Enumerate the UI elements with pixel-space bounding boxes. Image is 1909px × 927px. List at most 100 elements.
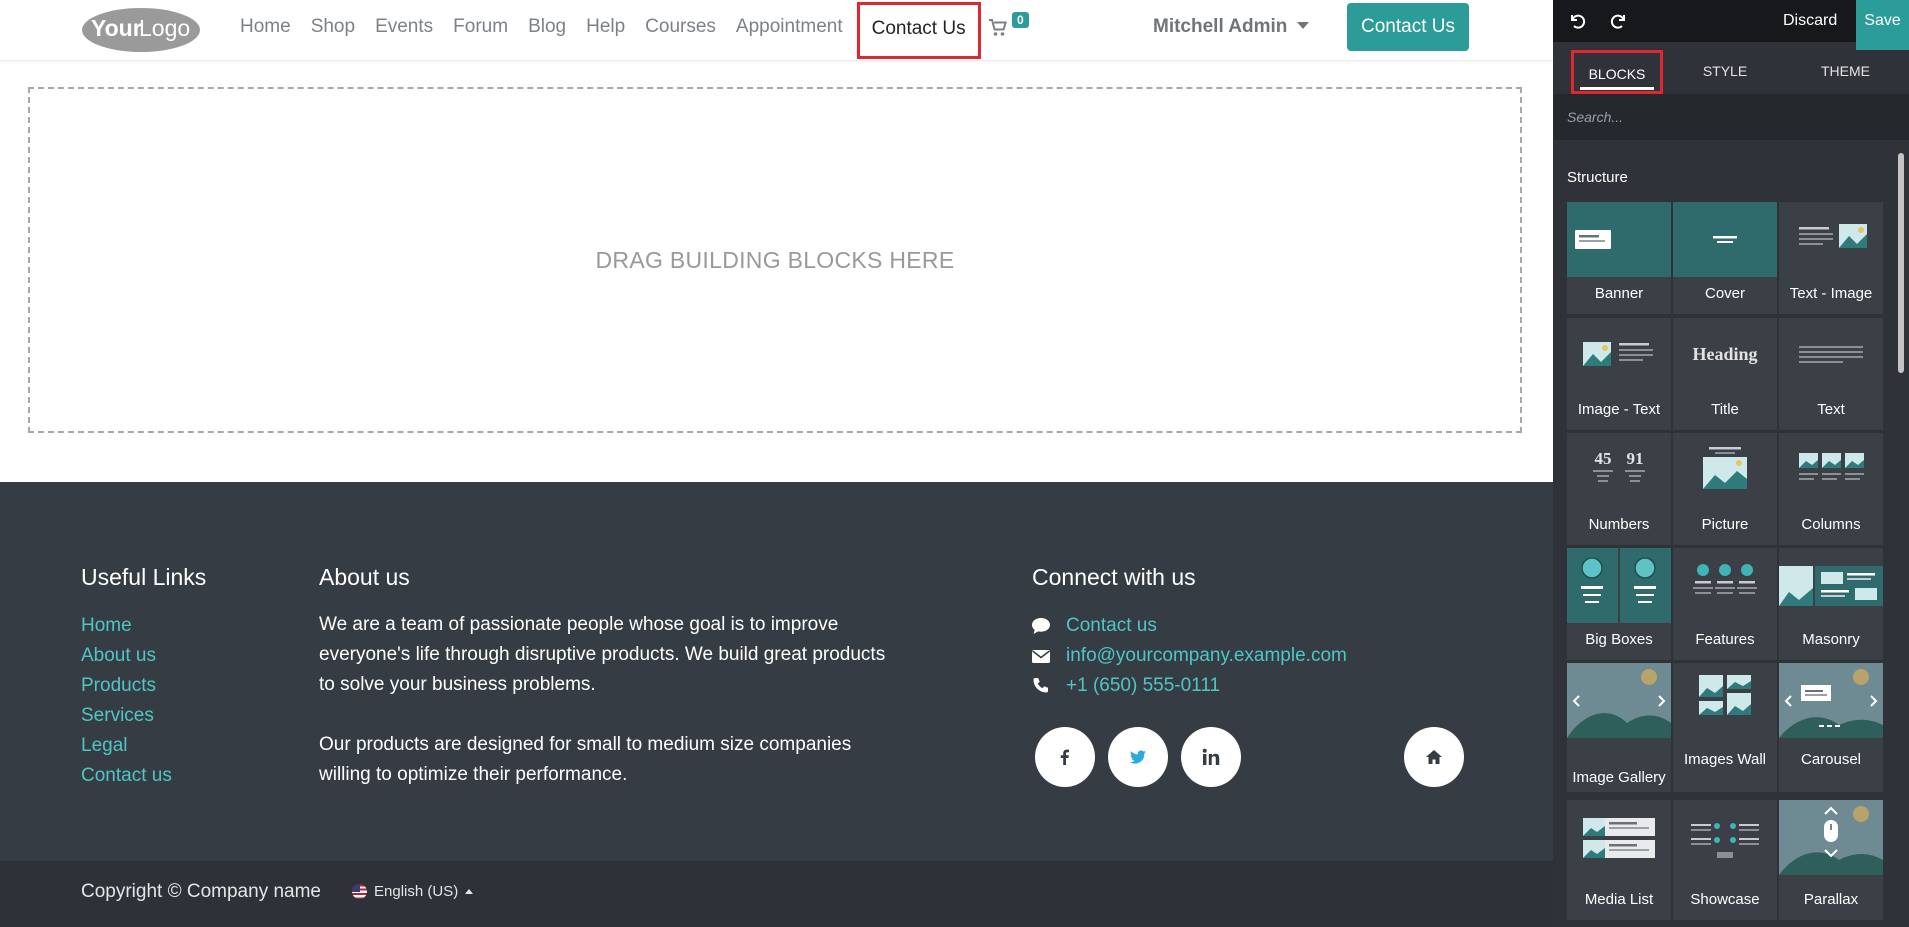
title-thumb-text: Heading	[1692, 344, 1757, 364]
nav-help[interactable]: Help	[576, 0, 635, 61]
block-showcase[interactable]: Showcase	[1673, 800, 1777, 920]
drop-zone-text: DRAG BUILDING BLOCKS HERE	[595, 246, 955, 273]
nav-appointment[interactable]: Appointment	[726, 0, 853, 61]
contact-row-phone[interactable]: +1 (650) 555-0111	[1030, 671, 1220, 701]
block-label: Image Gallery	[1572, 769, 1666, 786]
nav-contact-us[interactable]: Contact Us	[856, 2, 981, 59]
nav-courses[interactable]: Courses	[635, 0, 726, 61]
cover-thumb-icon	[1673, 202, 1777, 277]
nav-forum[interactable]: Forum	[443, 0, 518, 61]
connect-title: Connect with us	[1032, 564, 1196, 590]
block-big-boxes[interactable]: Big Boxes	[1567, 548, 1671, 660]
blocks-search-input[interactable]: Search...	[1553, 94, 1909, 140]
block-title[interactable]: Heading Title	[1673, 318, 1777, 430]
block-cover[interactable]: Cover	[1673, 202, 1777, 314]
svg-text:45: 45	[1595, 449, 1612, 468]
home-icon	[1426, 750, 1442, 764]
block-label: Features	[1695, 631, 1755, 648]
nav-shop[interactable]: Shop	[301, 0, 365, 61]
contact-us-button[interactable]: Contact Us	[1347, 3, 1469, 51]
cart-link[interactable]: 0	[988, 12, 1033, 42]
drop-zone[interactable]: DRAG BUILDING BLOCKS HERE	[28, 87, 1522, 433]
block-masonry[interactable]: Masonry	[1779, 548, 1883, 660]
phone-link[interactable]: +1 (650) 555-0111	[1066, 675, 1220, 697]
cart-count-badge: 0	[1012, 12, 1029, 28]
block-columns[interactable]: Columns	[1779, 433, 1883, 545]
masonry-thumb-icon	[1779, 566, 1883, 606]
us-flag-icon	[352, 884, 367, 899]
block-label: Showcase	[1690, 891, 1760, 908]
block-text[interactable]: Text	[1779, 318, 1883, 430]
block-label: Text - Image	[1789, 285, 1873, 302]
footer-link-home[interactable]: Home	[81, 615, 132, 637]
block-label: Picture	[1701, 516, 1749, 533]
panel-scrollbar[interactable]	[1896, 145, 1906, 920]
about-title: About us	[319, 564, 410, 590]
banner-thumb-icon	[1567, 202, 1671, 277]
company-logo[interactable]: Your Logo	[81, 3, 201, 53]
block-label: Text	[1817, 401, 1845, 418]
block-carousel[interactable]: Carousel	[1779, 663, 1883, 792]
block-label: Carousel	[1800, 751, 1862, 768]
contact-row-chat[interactable]: Contact us	[1030, 611, 1157, 641]
block-label: Parallax	[1803, 891, 1859, 908]
block-picture[interactable]: Picture	[1673, 433, 1777, 545]
showcase-thumb-icon	[1691, 823, 1759, 858]
footer-link-about-us[interactable]: About us	[81, 645, 156, 667]
image-gallery-thumb-icon	[1567, 663, 1671, 738]
block-text-image[interactable]: Text - Image	[1779, 202, 1883, 314]
user-name: Mitchell Admin	[1153, 16, 1288, 37]
user-dropdown[interactable]: Mitchell Admin	[1153, 0, 1310, 54]
media-list-thumb-icon	[1583, 818, 1655, 858]
discard-button[interactable]: Discard	[1783, 0, 1837, 42]
logo-text: Logo	[139, 15, 190, 41]
nav-blog[interactable]: Blog	[518, 0, 576, 61]
useful-links-title: Useful Links	[81, 564, 207, 590]
email-link[interactable]: info@yourcompany.example.com	[1066, 645, 1347, 667]
picture-thumb-icon	[1703, 447, 1747, 489]
block-image-text[interactable]: Image - Text	[1567, 318, 1671, 430]
navbar: Your Logo Home Shop Events Forum Blog He…	[0, 0, 1553, 61]
block-banner[interactable]: Banner	[1567, 202, 1671, 314]
linkedin-button[interactable]	[1181, 727, 1241, 787]
footer-link-services[interactable]: Services	[81, 705, 154, 727]
contact-us-link[interactable]: Contact us	[1066, 615, 1157, 637]
block-label: Title	[1711, 401, 1739, 418]
nav-events[interactable]: Events	[365, 0, 443, 61]
home-button[interactable]	[1404, 727, 1464, 787]
active-tab-indicator	[1580, 87, 1654, 90]
block-image-gallery[interactable]: Image Gallery	[1567, 663, 1671, 792]
footer-link-products[interactable]: Products	[81, 675, 156, 697]
editor-panel: Discard Save BLOCKS STYLE THEME Search..…	[1553, 0, 1909, 927]
block-label: Banner	[1594, 285, 1644, 302]
footer-link-legal[interactable]: Legal	[81, 735, 128, 757]
block-numbers[interactable]: 45 91 Numbers	[1567, 433, 1671, 545]
block-label: Image - Text	[1577, 401, 1661, 418]
contact-row-email[interactable]: info@yourcompany.example.com	[1030, 641, 1347, 671]
text-image-thumb-icon	[1799, 224, 1867, 248]
block-parallax[interactable]: Parallax	[1779, 800, 1883, 920]
logo-text-bold: Your	[91, 15, 142, 41]
tab-style[interactable]: STYLE	[1685, 50, 1765, 94]
block-media-list[interactable]: Media List	[1567, 800, 1671, 920]
nav-home[interactable]: Home	[230, 0, 301, 61]
block-label: Numbers	[1588, 516, 1650, 533]
block-features[interactable]: Features	[1673, 548, 1777, 660]
block-images-wall[interactable]: Images Wall	[1673, 663, 1777, 792]
structure-section-title: Structure	[1567, 169, 1628, 186]
twitter-button[interactable]	[1108, 727, 1168, 787]
website-preview: Your Logo Home Shop Events Forum Blog He…	[0, 0, 1553, 927]
linkedin-icon	[1202, 748, 1220, 765]
title-thumb-icon: Heading	[1692, 344, 1757, 364]
footer-link-contact-us[interactable]: Contact us	[81, 765, 172, 787]
caret-up-icon	[465, 889, 474, 894]
facebook-button[interactable]	[1035, 727, 1095, 787]
block-label: Media List	[1584, 891, 1654, 908]
save-button[interactable]: Save	[1856, 0, 1909, 50]
about-paragraph-1: We are a team of passionate people whose…	[319, 614, 886, 695]
svg-text:91: 91	[1627, 449, 1644, 468]
undo-icon[interactable]	[1566, 10, 1588, 32]
tab-theme[interactable]: THEME	[1803, 50, 1888, 94]
language-selector[interactable]: English (US)	[352, 883, 474, 900]
redo-icon[interactable]	[1608, 10, 1630, 32]
